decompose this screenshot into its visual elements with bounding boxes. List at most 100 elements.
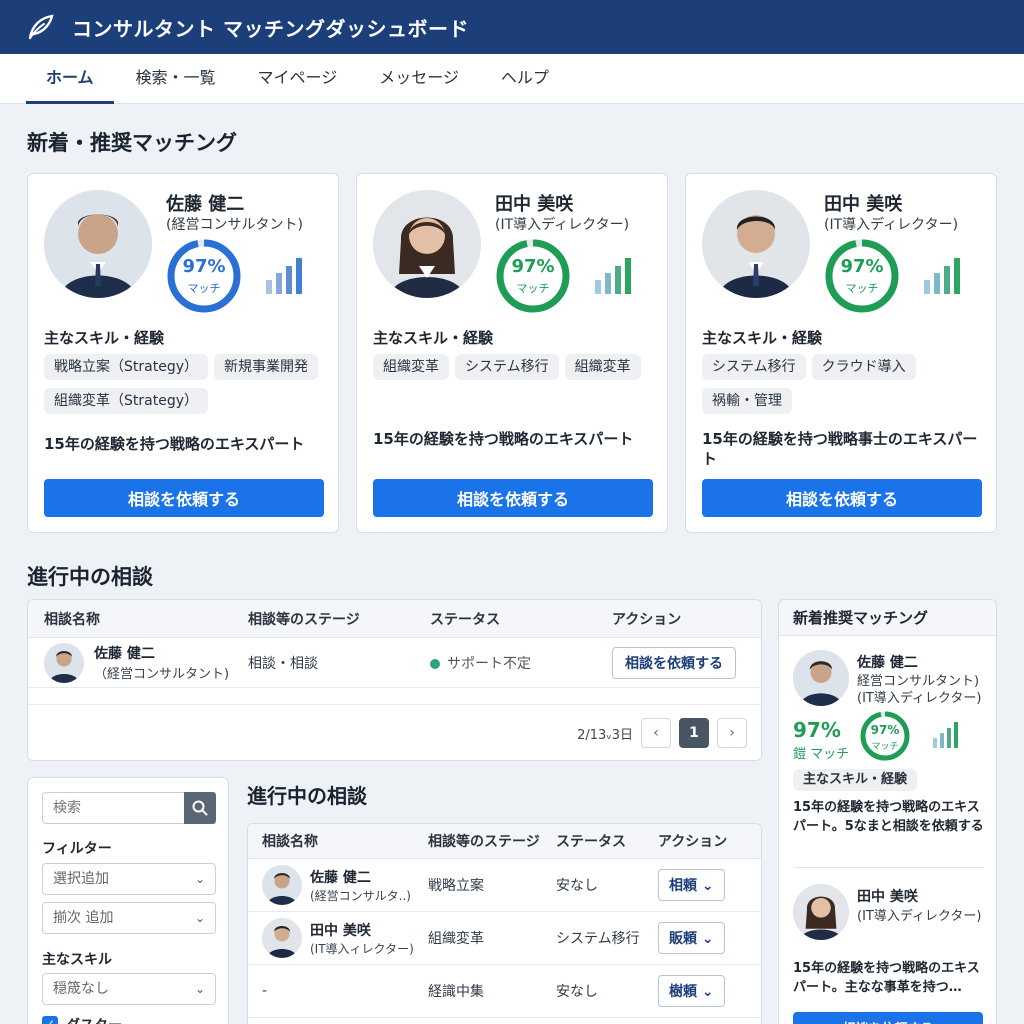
cluster-checkbox[interactable]: ✓ <box>42 1016 58 1024</box>
avatar <box>793 650 849 706</box>
action-dropdown-button[interactable]: 樹頼 ⌄ <box>658 975 725 1007</box>
next-page-button[interactable]: › <box>717 718 747 748</box>
status-text: サポート不定 <box>447 655 531 672</box>
skill-chip: 祸輸・管理 <box>702 388 792 414</box>
skill-chip: システム移行 <box>455 354 559 380</box>
consultant-card: 田中 美咲 (IT導入ディレクター) 97% マッチ 主なスキル・経験 システム… <box>685 173 997 533</box>
row-divider <box>28 704 761 705</box>
main-nav: ホーム 検索・一覧 マイページ メッセージ ヘルプ <box>0 54 1024 104</box>
status-cell: 安なし <box>556 878 598 894</box>
action-dropdown-button[interactable]: 相頼 ⌄ <box>658 869 725 901</box>
skill-chip: 新規事業開発 <box>214 354 318 380</box>
status-dot-icon <box>430 658 440 669</box>
ring-percent: 97% <box>870 723 900 737</box>
action-label: 樹頼 <box>669 984 697 1000</box>
stage-cell: 相談・相談 <box>248 655 318 672</box>
skills-chip: 主なスキル・経験 <box>793 769 918 791</box>
table-row: 田中 美咲 (IT導入ィレクター) 組織変革 システム移行 販頼 ⌄ <box>248 912 761 965</box>
pagination-info: 2/13ᵥ3日 <box>577 727 633 743</box>
col-header-action: アクション <box>658 834 728 850</box>
prev-page-button[interactable]: ‹ <box>641 718 671 748</box>
action-label: 販頼 <box>669 931 697 947</box>
col-header-status: ステータス <box>430 611 500 628</box>
chevron-down-icon: ⌄ <box>194 872 205 886</box>
match-percent: 97% <box>793 718 841 742</box>
skills-heading: 主なスキル・経験 <box>702 329 823 347</box>
skill-chip: 組織変革（Strategy） <box>44 388 208 414</box>
consultant-role: (IT導入ィレクター) <box>310 941 414 956</box>
status-cell: サポート不定 <box>430 653 612 673</box>
status-cell: 安なし <box>556 984 598 1000</box>
skill-chips: 組織変革 システム移行 組織変革 <box>373 354 657 380</box>
chevron-down-icon: ⌄ <box>701 984 714 1000</box>
signal-bars-icon <box>595 258 631 294</box>
consultant-description: 15年の経験を持つ戦略のエキスパート。5なまと相談を依頼する <box>793 800 984 834</box>
side-panel-title: 新着推奨マッチング <box>779 600 996 636</box>
avatar <box>262 865 302 905</box>
app-title: コンサルタント マッチングダッシュボード <box>72 16 469 41</box>
request-consultation-button[interactable]: 相談を依頼する <box>373 479 653 517</box>
status-cell: システム移行 <box>556 931 640 947</box>
avatar <box>702 190 810 298</box>
avatar <box>373 190 481 298</box>
match-label: 鎧 マッチ <box>793 747 850 762</box>
app-header: コンサルタント マッチングダッシュボード <box>0 0 1024 54</box>
consultant-card: 佐藤 健二 (経営コンサルタント) 97% マッチ 主なスキル・経験 戦略立案（… <box>27 173 339 533</box>
consultant-name: 佐藤 健二 <box>94 646 155 662</box>
consultant-role-2: (IT導入ディレクター) <box>857 691 982 706</box>
consultant-name: 佐藤 健二 <box>857 655 918 671</box>
col-header-action: アクション <box>612 611 682 628</box>
skills-heading: 主なスキル・経験 <box>44 329 165 347</box>
page-1-button[interactable]: 1 <box>679 718 709 748</box>
signal-bars-icon <box>266 258 302 294</box>
tab-home[interactable]: ホーム <box>26 54 114 104</box>
filter-select-1[interactable]: 選択追加 ⌄ <box>42 863 216 895</box>
consultant-name: 佐藤 健二 <box>166 194 245 215</box>
consultant-name: 田中 美咲 <box>310 922 371 939</box>
consultant-name: 田中 美咲 <box>857 889 918 905</box>
ring-label: マッチ <box>871 742 899 752</box>
col-header-status: ステータス <box>556 834 626 850</box>
request-consultation-button[interactable]: 相談を依頼する <box>793 1012 983 1024</box>
request-consultation-button[interactable]: 相談を依頼する <box>612 646 736 679</box>
search-icon <box>192 800 208 816</box>
consultant-role: (IT導入ディレクター) <box>857 909 982 924</box>
filter-select-2[interactable]: 揃次 追加 ⌄ <box>42 902 216 934</box>
consultant-description: 15年の経験を持つ戦略事士のエキスパート <box>702 430 978 468</box>
consultant-role: （経営コンサルタント) <box>94 667 230 682</box>
skill-filter-label: 主なスキル <box>42 952 112 968</box>
match-score-ring: 97% マッチ <box>859 710 911 762</box>
action-dropdown-button[interactable]: 販頼 ⌄ <box>658 922 725 954</box>
search-button[interactable] <box>184 792 216 824</box>
col-header-stage: 相談等のステージ <box>428 834 540 850</box>
skill-chip: クラウド導入 <box>811 354 916 380</box>
skill-chip: 組織変革 <box>564 354 641 380</box>
tab-messages[interactable]: メッセージ <box>359 54 479 104</box>
consultant-description: 15年の経験を持つ戦略のエキスパート <box>373 430 634 448</box>
skill-chip: システム移行 <box>702 354 806 380</box>
request-consultation-button[interactable]: 相談を依頼する <box>44 479 324 517</box>
side-recommendations-panel: 新着推奨マッチング 佐藤 健二 経営コンサルタント) (IT導入ディレクター) … <box>778 599 997 1024</box>
table-row: 佐藤 健二 (経営コンサルタ..) 戦略立案 安なし 相頼 ⌄ <box>248 859 761 912</box>
avatar <box>44 642 84 683</box>
select-value: 選択追加 <box>53 871 109 887</box>
divider <box>793 867 984 868</box>
consultant-role: (経営コンサルタント) <box>166 217 303 233</box>
skill-chip: 組織変革 <box>373 354 449 380</box>
avatar <box>793 884 849 940</box>
match-percent: 97% <box>182 256 226 277</box>
consultant-role: (IT導入ディレクター) <box>495 217 630 233</box>
tab-help[interactable]: ヘルプ <box>481 54 569 104</box>
skill-select[interactable]: 穏筬なし ⌄ <box>42 973 216 1005</box>
consultant-role: (IT導入ディレクター) <box>824 217 959 233</box>
active-consultations-table-2: 相談名称 相談等のステージ ステータス アクション 佐藤 健二 (経営コンサルタ.… <box>247 823 762 1024</box>
request-consultation-button[interactable]: 相談を依頼する <box>702 479 982 517</box>
tab-mypage[interactable]: マイページ <box>238 54 358 104</box>
tab-search-list[interactable]: 検索・一覧 <box>116 54 236 104</box>
skills-heading: 主なスキル・経験 <box>373 329 494 347</box>
signal-bars-icon <box>933 722 958 748</box>
col-header-name: 相談名称 <box>262 834 318 850</box>
consultant-card: 田中 美咲 (IT導入ディレクター) 97% マッチ 主なスキル・経験 組織変革… <box>356 173 668 533</box>
table-row: - 経識中集 安なし 樹頼 ⌄ <box>248 965 761 1018</box>
stage-cell: 経識中集 <box>428 984 484 1000</box>
